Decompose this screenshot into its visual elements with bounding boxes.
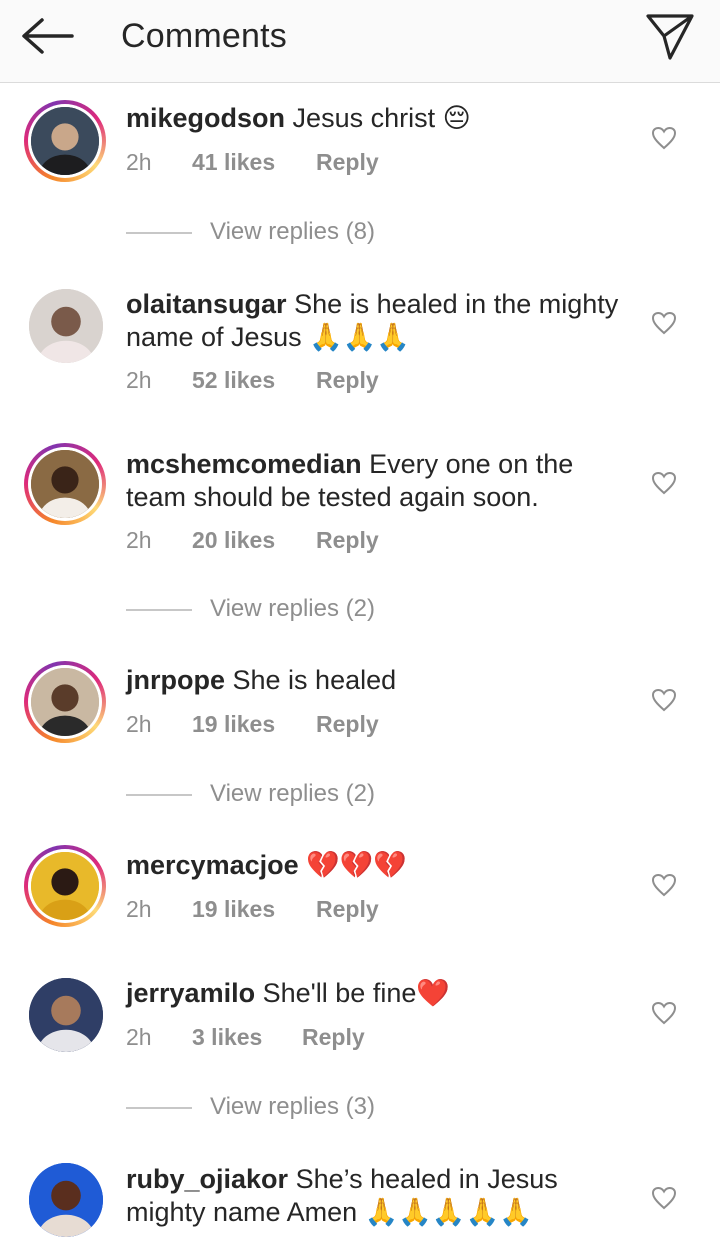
comment-username[interactable]: mcshemcomedian: [126, 449, 362, 479]
avatar-photo: [29, 1163, 103, 1237]
heart-icon[interactable]: [651, 1001, 677, 1025]
comment-username[interactable]: mikegodson: [126, 103, 285, 133]
comment-likes[interactable]: 41 likes: [192, 147, 316, 177]
comment-meta: 2h 20 likes Reply: [126, 525, 379, 555]
comment-text: olaitansugar She is healed in the mighty…: [126, 288, 636, 354]
reply-button[interactable]: Reply: [316, 709, 379, 739]
comment-username[interactable]: olaitansugar: [126, 289, 287, 319]
comment-likes[interactable]: 20 likes: [192, 525, 316, 555]
comment-meta: 2h 19 likes Reply: [126, 894, 379, 924]
comment-meta: 2h 19 likes Reply: [126, 709, 379, 739]
avatar[interactable]: [24, 443, 106, 525]
comment-time: 2h: [126, 367, 152, 393]
view-replies-button[interactable]: View replies (8): [126, 217, 375, 247]
comment-username[interactable]: jerryamilo: [126, 978, 255, 1008]
avatar-photo: [31, 668, 99, 736]
divider: [126, 1106, 192, 1109]
avatar[interactable]: [29, 1163, 103, 1237]
comment-time: 2h: [126, 149, 152, 175]
comment-body: She'll be fine❤️: [262, 978, 450, 1008]
avatar-photo: [29, 978, 103, 1052]
send-icon: [646, 14, 694, 60]
comment-time: 2h: [126, 711, 152, 737]
heart-icon[interactable]: [651, 873, 677, 897]
avatar-photo: [31, 852, 99, 920]
top-bar: Comments: [0, 0, 720, 83]
heart-icon[interactable]: [651, 688, 677, 712]
reply-button[interactable]: Reply: [316, 894, 379, 924]
comment-text: mercymacjoe 💔💔💔: [126, 849, 636, 882]
arrow-left-icon: [22, 18, 74, 54]
reply-button[interactable]: Reply: [316, 147, 379, 177]
reply-button[interactable]: Reply: [316, 365, 379, 395]
avatar-photo: [31, 107, 99, 175]
share-button[interactable]: [644, 10, 696, 62]
avatar-photo: [31, 450, 99, 518]
comment-likes[interactable]: 19 likes: [192, 709, 316, 739]
divider: [126, 608, 192, 611]
comment-likes[interactable]: 19 likes: [192, 894, 316, 924]
view-replies-button[interactable]: View replies (2): [126, 594, 375, 624]
heart-icon[interactable]: [651, 126, 677, 150]
avatar[interactable]: [29, 289, 103, 363]
comment-meta: 2h 41 likes Reply: [126, 147, 379, 177]
divider: [126, 231, 192, 234]
avatar[interactable]: [24, 661, 106, 743]
view-replies-button[interactable]: View replies (3): [126, 1092, 375, 1122]
divider: [126, 793, 192, 796]
comment-body: 💔💔💔: [306, 850, 407, 880]
comment-username[interactable]: mercymacjoe: [126, 850, 299, 880]
comment-meta: 2h 3 likes Reply: [126, 1022, 365, 1052]
comment-text: mcshemcomedian Every one on the team sho…: [126, 448, 636, 514]
reply-button[interactable]: Reply: [316, 525, 379, 555]
reply-button[interactable]: Reply: [302, 1022, 365, 1052]
comment-username[interactable]: jnrpope: [126, 665, 225, 695]
comment-body: She is healed: [232, 665, 397, 695]
comment-time: 2h: [126, 527, 152, 553]
comment-username[interactable]: ruby_ojiakor: [126, 1164, 288, 1194]
comment-text: jnrpope She is healed: [126, 664, 636, 697]
comment-text: mikegodson Jesus christ 😔: [126, 102, 636, 135]
heart-icon[interactable]: [651, 311, 677, 335]
view-replies-button[interactable]: View replies (2): [126, 779, 375, 809]
page-title: Comments: [121, 17, 287, 55]
comment-meta: 2h 52 likes Reply: [126, 365, 379, 395]
comment-time: 2h: [126, 1024, 152, 1050]
avatar[interactable]: [24, 845, 106, 927]
avatar-photo: [29, 289, 103, 363]
avatar[interactable]: [24, 100, 106, 182]
comment-time: 2h: [126, 896, 152, 922]
avatar[interactable]: [29, 978, 103, 1052]
comment-body: Jesus christ 😔: [292, 103, 471, 133]
comment-likes[interactable]: 52 likes: [192, 365, 316, 395]
back-button[interactable]: [18, 16, 76, 56]
comment-text: jerryamilo She'll be fine❤️: [126, 977, 636, 1010]
heart-icon[interactable]: [651, 1186, 677, 1210]
comment-text: ruby_ojiakor She’s healed in Jesus might…: [126, 1163, 636, 1229]
heart-icon[interactable]: [651, 471, 677, 495]
comment-likes[interactable]: 3 likes: [192, 1022, 302, 1052]
